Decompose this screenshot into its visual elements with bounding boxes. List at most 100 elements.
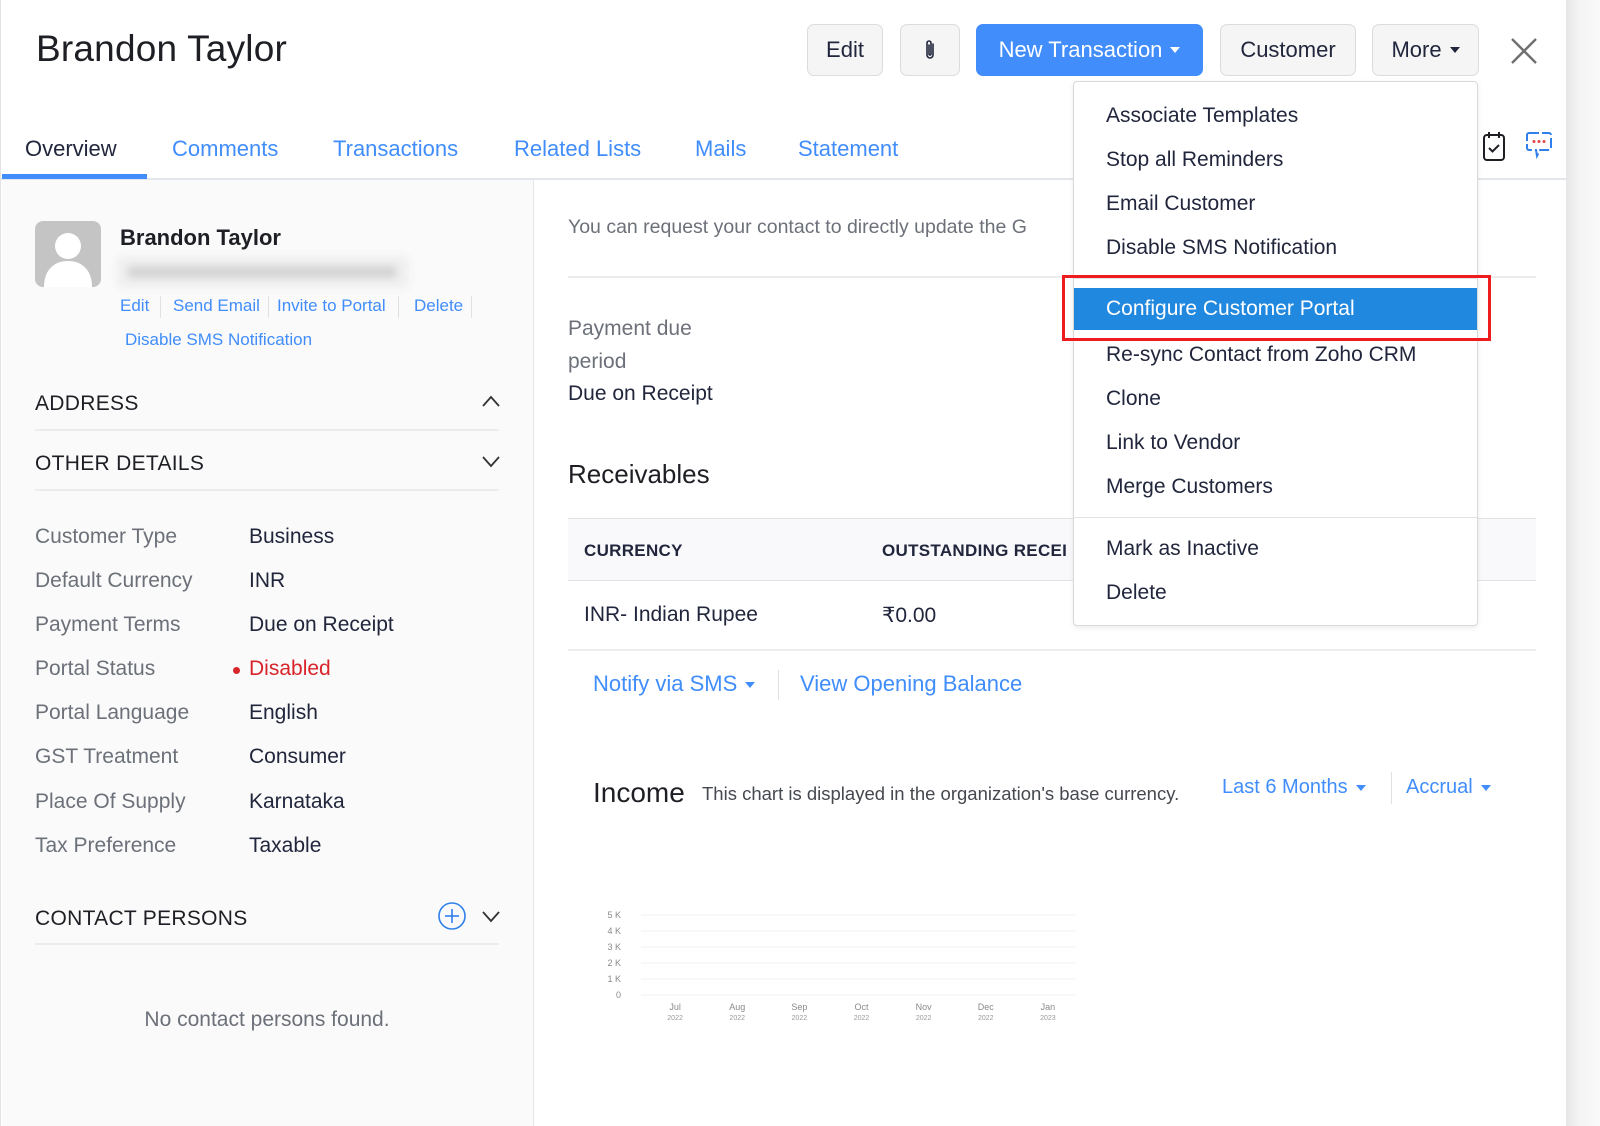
detail-value: Karnataka: [249, 790, 345, 813]
x-tick-year-label: 2022: [792, 1015, 808, 1022]
caret-down-icon: [1355, 784, 1366, 791]
panel-edge-shadow: [1566, 0, 1600, 1126]
new-transaction-button[interactable]: New Transaction: [976, 24, 1203, 76]
x-tick-label: Sep: [791, 1002, 807, 1012]
avatar: [35, 221, 101, 287]
more-button-label: More: [1391, 37, 1442, 62]
customer-button-label: Customer: [1240, 37, 1336, 62]
customer-name: Brandon Taylor: [120, 225, 281, 250]
chevron-down-icon[interactable]: [481, 454, 501, 468]
calendar-check-icon[interactable]: [1482, 130, 1506, 162]
divider: [568, 649, 1536, 651]
contact-persons-section-header[interactable]: CONTACT PERSONS: [35, 907, 248, 931]
x-tick-label: Nov: [916, 1002, 933, 1012]
x-tick-year-label: 2022: [854, 1015, 870, 1022]
close-icon[interactable]: [1507, 34, 1541, 68]
divider: [1391, 772, 1392, 804]
menu-item-disable-sms[interactable]: Disable SMS Notification: [1074, 227, 1477, 269]
add-contact-person-icon[interactable]: [437, 901, 467, 931]
menu-item-mark-inactive[interactable]: Mark as Inactive: [1074, 528, 1477, 570]
x-tick-year-label: 2022: [916, 1015, 932, 1022]
left-panel: [2, 180, 534, 1126]
tab-transactions[interactable]: Transactions: [333, 136, 458, 162]
caret-down-icon: [745, 682, 756, 689]
x-tick-label: Jul: [669, 1002, 681, 1012]
profile-delete-link[interactable]: Delete: [414, 296, 463, 316]
edit-button[interactable]: Edit: [807, 24, 883, 76]
divider: [35, 429, 499, 431]
income-title: Income: [593, 777, 685, 808]
payment-due-label: Payment due: [568, 317, 692, 340]
tab-related-lists[interactable]: Related Lists: [514, 136, 641, 162]
disable-sms-link[interactable]: Disable SMS Notification: [125, 330, 312, 350]
more-button[interactable]: More: [1372, 24, 1479, 76]
tab-overview[interactable]: Overview: [25, 136, 117, 162]
chevron-down-icon[interactable]: [481, 909, 501, 923]
detail-label: Customer Type: [35, 525, 178, 548]
divider: [35, 489, 499, 491]
period-filter-label: Last 6 Months: [1222, 776, 1348, 798]
address-section-header[interactable]: ADDRESS: [35, 392, 139, 416]
attach-button[interactable]: [900, 24, 960, 76]
divider: [778, 670, 779, 700]
edit-button-label: Edit: [826, 37, 864, 62]
no-contacts-message: No contact persons found.: [144, 1008, 390, 1031]
period-filter-dropdown[interactable]: Last 6 Months: [1222, 776, 1366, 799]
divider: [160, 296, 161, 318]
customer-email-blurred: [117, 256, 409, 288]
menu-item-configure-customer-portal[interactable]: Configure Customer Portal: [1074, 288, 1477, 330]
menu-item-delete[interactable]: Delete: [1074, 572, 1477, 614]
detail-value: Taxable: [249, 834, 322, 857]
x-tick-year-label: 2022: [978, 1015, 994, 1022]
chat-bubble-icon[interactable]: [1524, 130, 1554, 160]
menu-item-stop-reminders[interactable]: Stop all Reminders: [1074, 139, 1477, 181]
detail-value: INR: [249, 569, 286, 592]
menu-item-resync-contact[interactable]: Re-sync Contact from Zoho CRM: [1074, 334, 1477, 376]
menu-item-email-customer[interactable]: Email Customer: [1074, 183, 1477, 225]
menu-divider: [1074, 517, 1477, 518]
detail-label: Place Of Supply: [35, 790, 186, 813]
y-tick-label: 1 K: [607, 974, 621, 984]
paperclip-icon: [926, 40, 934, 59]
user-silhouette-icon: [44, 233, 92, 287]
divider: [471, 296, 472, 318]
detail-label: Payment Terms: [35, 613, 181, 636]
invite-to-portal-link[interactable]: Invite to Portal: [277, 296, 386, 316]
divider: [398, 296, 399, 318]
table-cell-currency: INR- Indian Rupee: [584, 603, 758, 626]
y-tick-label: 4 K: [607, 926, 621, 936]
customer-button[interactable]: Customer: [1220, 24, 1356, 76]
detail-value: Business: [249, 525, 335, 548]
profile-edit-link[interactable]: Edit: [120, 296, 149, 316]
x-tick-label: Oct: [854, 1002, 869, 1012]
send-email-link[interactable]: Send Email: [173, 296, 260, 316]
tab-mails[interactable]: Mails: [695, 136, 746, 162]
menu-item-clone[interactable]: Clone: [1074, 378, 1477, 420]
tab-statement[interactable]: Statement: [798, 136, 898, 162]
table-cell-outstanding: ₹0.00: [882, 604, 937, 627]
chevron-up-icon[interactable]: [481, 394, 501, 408]
x-tick-year-label: 2022: [729, 1015, 745, 1022]
notify-via-sms-dropdown[interactable]: Notify via SMS: [593, 671, 756, 697]
more-dropdown-menu: Associate Templates Stop all Reminders E…: [1073, 81, 1478, 626]
divider: [35, 943, 499, 945]
detail-label: Portal Status: [35, 657, 156, 680]
detail-label: Portal Language: [35, 701, 190, 724]
caret-down-icon: [1170, 47, 1181, 53]
menu-item-associate-templates[interactable]: Associate Templates: [1074, 95, 1477, 137]
y-tick-label: 3 K: [607, 942, 621, 952]
detail-value: English: [249, 701, 318, 724]
menu-divider: [1074, 278, 1477, 279]
column-header-outstanding: OUTSTANDING RECEI: [882, 541, 1068, 560]
menu-item-merge-customers[interactable]: Merge Customers: [1074, 466, 1477, 508]
column-header-currency: CURRENCY: [584, 541, 683, 560]
active-tab-indicator: [2, 174, 147, 179]
view-opening-balance-link[interactable]: View Opening Balance: [800, 671, 1022, 697]
tab-comments[interactable]: Comments: [172, 136, 278, 162]
x-tick-label: Aug: [729, 1002, 745, 1012]
basis-filter-dropdown[interactable]: Accrual: [1406, 776, 1491, 799]
x-tick-label: Dec: [978, 1002, 995, 1012]
other-details-section-header[interactable]: OTHER DETAILS: [35, 452, 204, 476]
y-tick-label: 2 K: [607, 958, 621, 968]
menu-item-link-to-vendor[interactable]: Link to Vendor: [1074, 422, 1477, 464]
